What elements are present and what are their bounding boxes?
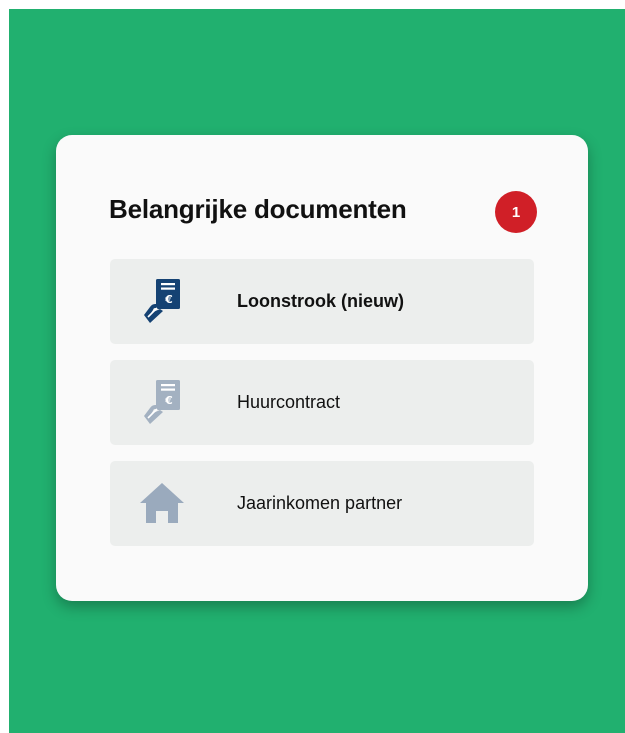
document-label: Huurcontract xyxy=(237,392,341,412)
payslip-hand-euro-icon: € xyxy=(138,277,186,325)
card-title: Belangrijke documenten xyxy=(109,194,407,224)
svg-text:€: € xyxy=(164,394,173,407)
document-list: € Loonstrook (nieuw) € Huurcontract Jaar… xyxy=(110,259,534,546)
payslip-hand-euro-icon: € xyxy=(138,378,186,426)
card-header: Belangrijke documenten 1 xyxy=(109,191,537,233)
notification-badge: 1 xyxy=(495,191,537,233)
documents-card: Belangrijke documenten 1 € Loonstrook (n… xyxy=(56,135,588,601)
document-item-jaarinkomen-partner[interactable]: Jaarinkomen partner xyxy=(110,461,534,546)
svg-text:€: € xyxy=(164,293,173,306)
document-item-huurcontract[interactable]: € Huurcontract xyxy=(110,360,534,445)
house-icon xyxy=(138,479,186,527)
document-label: Jaarinkomen partner xyxy=(237,493,403,513)
document-label: Loonstrook (nieuw) xyxy=(237,291,404,311)
document-item-loonstrook[interactable]: € Loonstrook (nieuw) xyxy=(110,259,534,344)
background: Belangrijke documenten 1 € Loonstrook (n… xyxy=(9,9,625,733)
